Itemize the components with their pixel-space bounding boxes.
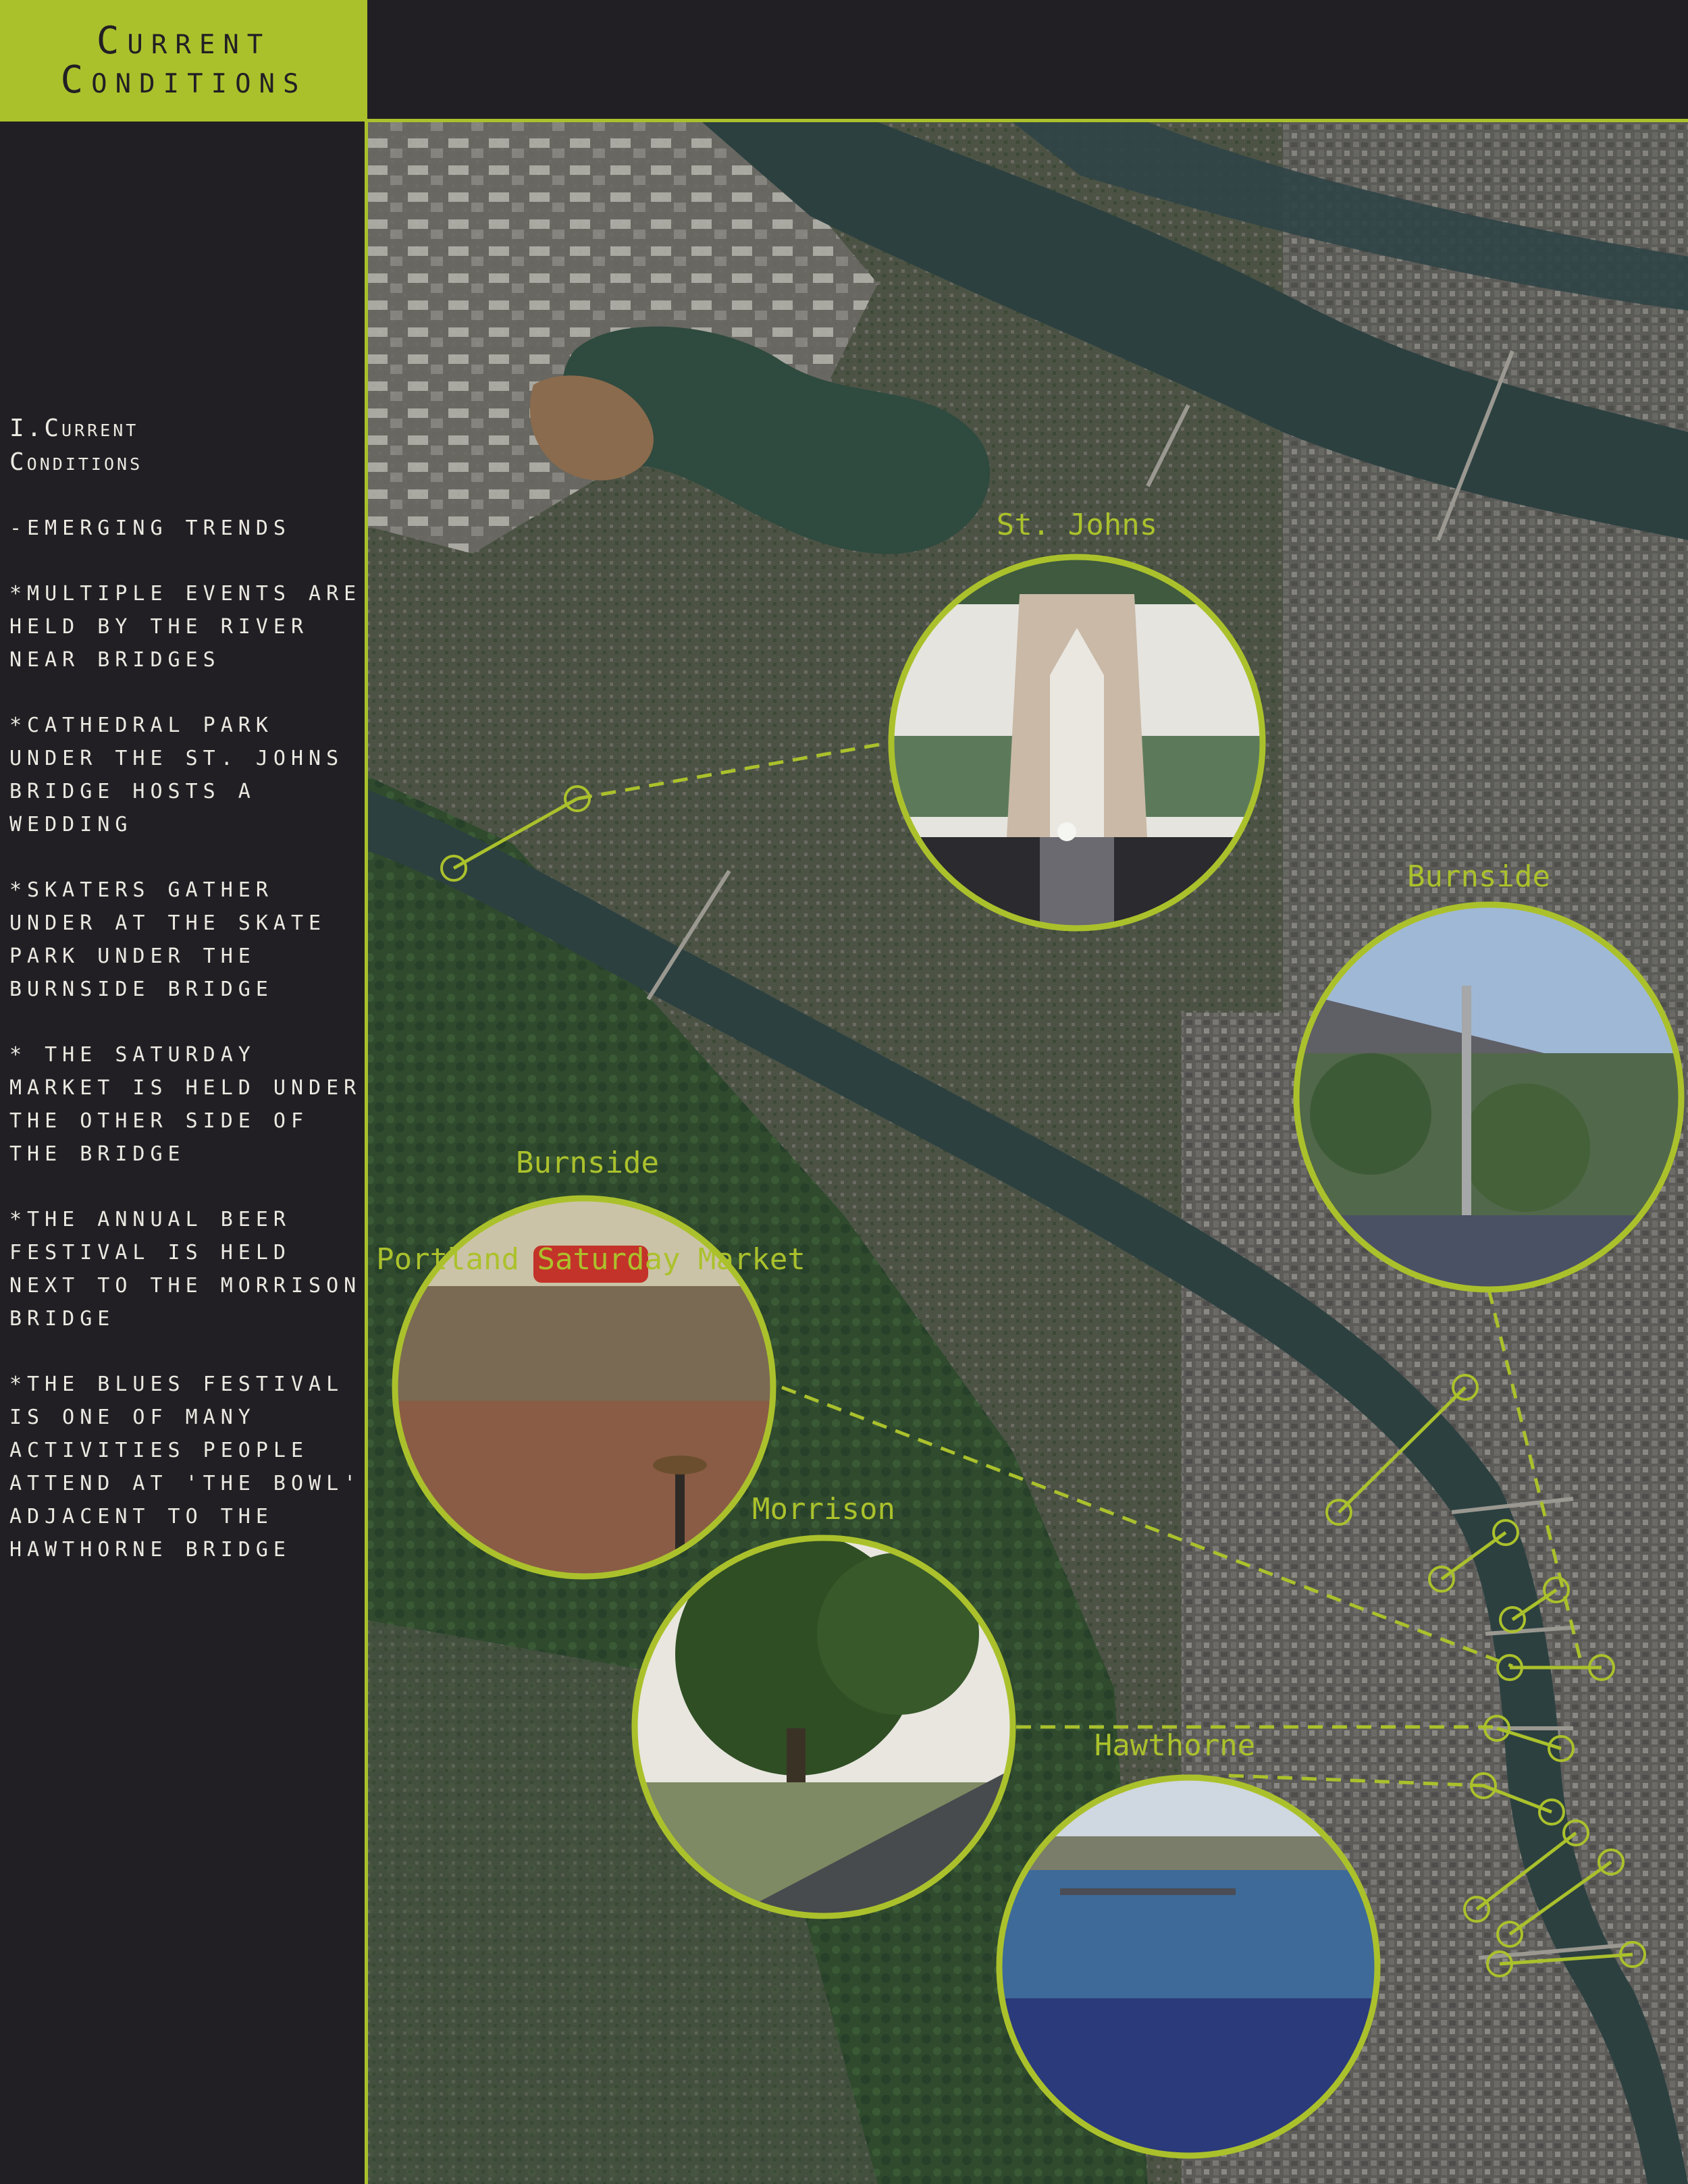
photo-st-johns-wedding [888,554,1266,932]
sidebar-item: *cathedral park under the st. johns brid… [9,714,344,836]
sidebar-subheading: -emerging trends [9,516,291,540]
page-title-line-1: Current [96,19,271,63]
sidebar-item: *skaters gather under at the skate park … [9,878,327,1001]
label-burnside-right: Burnside [1407,859,1550,894]
sidebar-item: *multiple events are held by the river n… [9,582,362,672]
label-hawthorne: Hawthorne [1094,1728,1255,1763]
sidebar-heading: I.Current Conditions [9,415,143,476]
photo-burnside-skatepark [1293,901,1685,1293]
photo-morrison-festival [631,1535,1016,1919]
sidebar-item: *the blues festival is one of many activ… [9,1373,362,1562]
sidebar-item: *the annual beer festival is held next t… [9,1208,362,1331]
market-sign-text: Portland Saturday Market [376,1242,806,1277]
sidebar-item: * the saturday market is held under the … [9,1043,362,1166]
page-title-box: Current Conditions [0,0,367,122]
sidebar: I.Current Conditions -emerging trends *m… [9,412,367,1599]
label-morrison: Morrison [752,1492,895,1526]
satellite-map: Portland Saturday Market St. Johns Burns… [368,122,1688,2184]
label-burnside-left: Burnside [516,1146,659,1180]
label-st-johns: St. Johns [997,508,1157,542]
page-title-line-2: Conditions [60,58,307,102]
top-bar [367,0,1688,119]
photo-hawthorne-festival [996,1774,1381,2159]
